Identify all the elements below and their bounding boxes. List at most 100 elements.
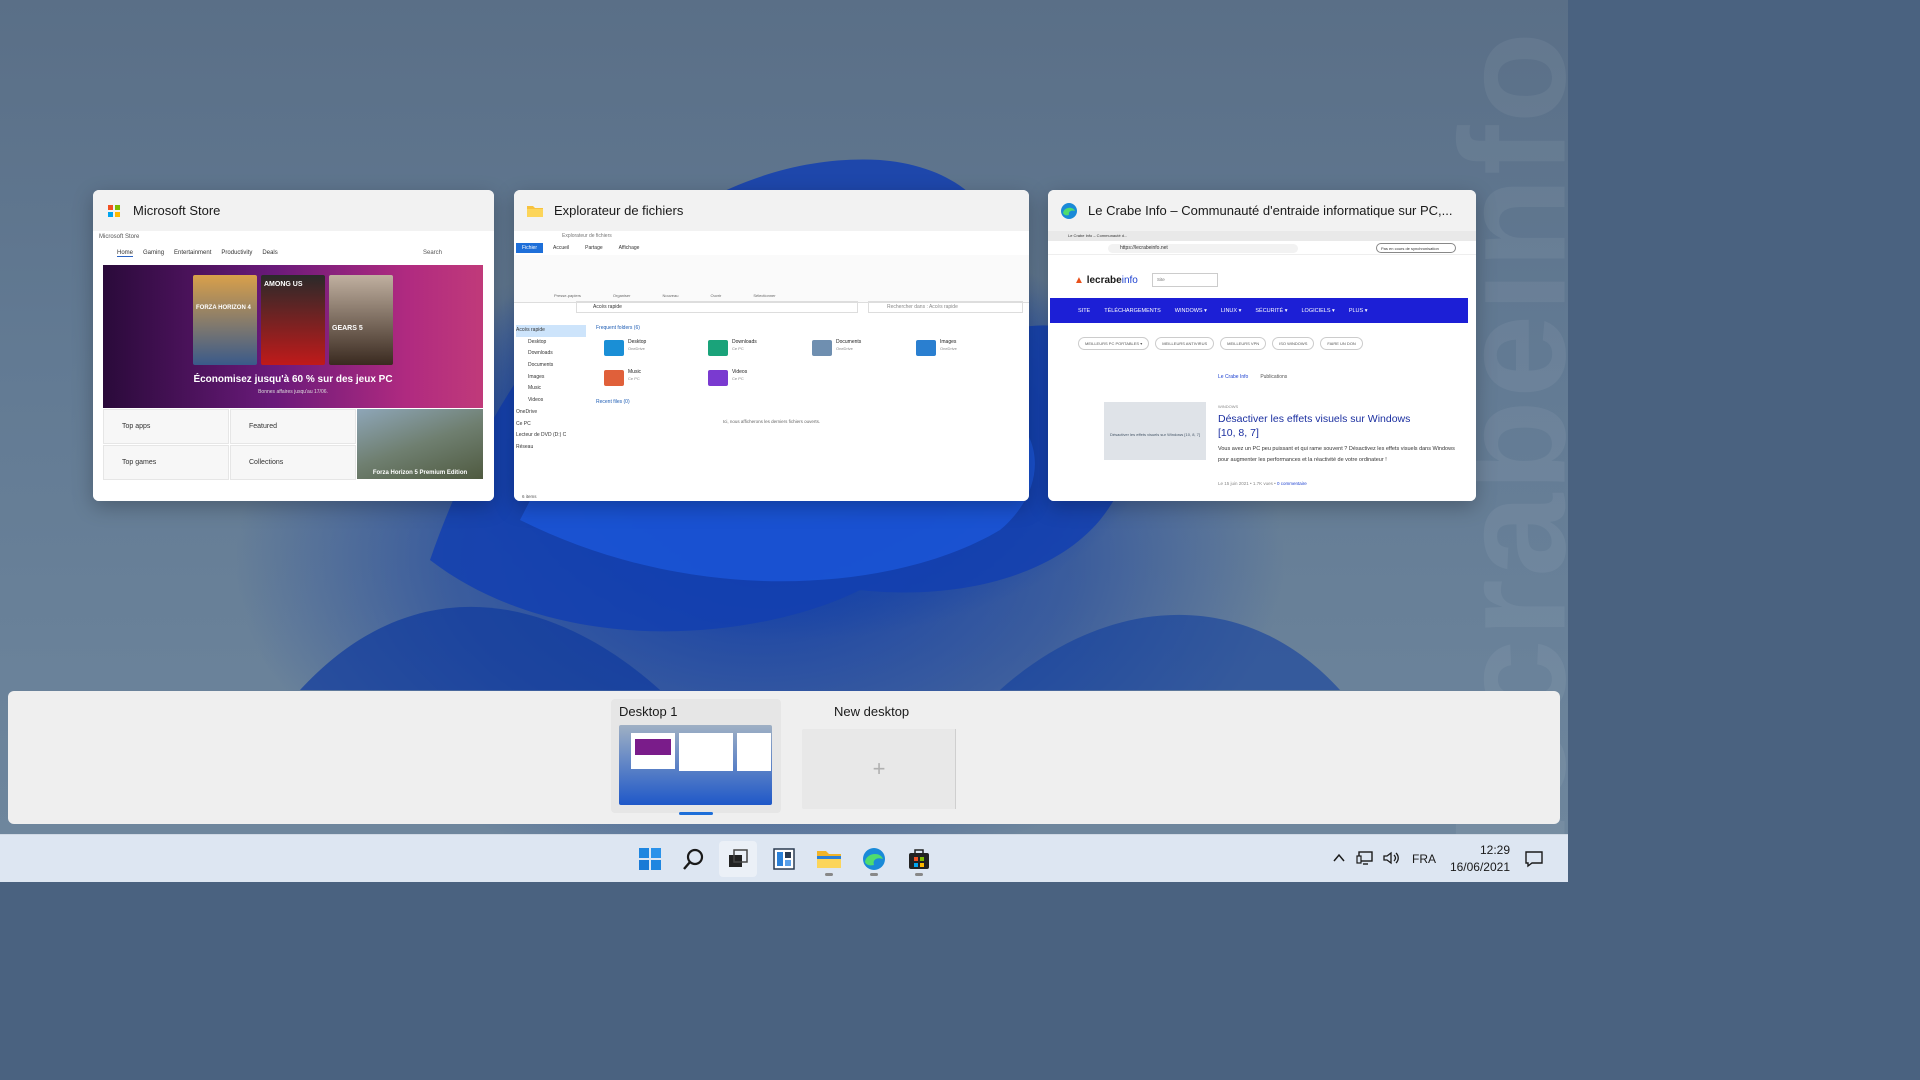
running-indicator <box>915 873 923 876</box>
volume-icon[interactable] <box>1382 850 1400 869</box>
game-title: AMONG US <box>264 281 303 288</box>
featured-game-caption: Forza Horizon 5 Premium Edition <box>372 470 468 476</box>
folder-item: Music Ce PC <box>604 367 694 391</box>
folder-item: Images OneDrive <box>916 337 1006 361</box>
game-title: FORZA HORIZON 4 <box>196 305 251 311</box>
new-desktop-button[interactable]: New desktop + <box>802 699 998 813</box>
window-card-microsoft-store[interactable]: Microsoft Store Microsoft Store Home Gam… <box>93 190 494 501</box>
notification-icon[interactable] <box>1516 841 1552 877</box>
frequent-folders-header: Frequent folders (6) <box>596 325 640 331</box>
window-card-file-explorer[interactable]: Explorateur de fichiers Explorateur de f… <box>514 190 1029 501</box>
nav-item: TÉLÉCHARGEMENTS <box>1104 307 1161 314</box>
edge-url-bar: https://lecrabeinfo.net <box>1108 244 1298 253</box>
store-search: Search <box>423 250 443 256</box>
tile-label: Collections <box>249 459 284 466</box>
explorer-ribbon: Presse-papiers Organiser Nouveau Ouvrir … <box>514 255 1029 303</box>
virtual-desktops-panel: Desktop 1 New desktop + <box>8 691 1560 824</box>
nav-item: SITE <box>1078 307 1091 314</box>
folder-item: Documents OneDrive <box>812 337 902 361</box>
network-icon[interactable] <box>1356 850 1374 869</box>
article-meta: Le 15 juin 2021 • 1.7K vues • 0 commenta… <box>1218 481 1307 486</box>
explorer-nav-tree: Accès rapide Desktop Downloads Documents… <box>516 325 586 454</box>
nav-item: WINDOWS ▾ <box>1174 307 1207 314</box>
tree-item: Desktop <box>528 338 547 345</box>
logo-part: info <box>1121 275 1138 286</box>
nav-item: LINUX ▾ <box>1220 307 1242 314</box>
article-description: Vous avez un PC peu puissant et qui rame… <box>1218 446 1455 463</box>
ribbon-tab-home: Accueil <box>553 245 570 251</box>
tile-collections: Collections <box>230 445 356 480</box>
store-nav-gaming: Gaming <box>143 250 165 256</box>
pill: ISO WINDOWS <box>1272 337 1315 350</box>
folder-icon <box>812 340 832 356</box>
start-icon[interactable] <box>631 841 669 877</box>
search-icon[interactable] <box>675 841 713 877</box>
site-pills: MEILLEURS PC PORTABLES ▾ MEILLEURS ANTIV… <box>1078 337 1363 350</box>
game-cover: GEARS 5 <box>329 275 393 365</box>
explorer-status: 6 items <box>522 494 537 499</box>
mini-window <box>631 733 675 769</box>
pill: MEILLEURS VPN <box>1220 337 1267 350</box>
chevron-up-icon[interactable] <box>1332 851 1346 868</box>
game-cover: AMONG US <box>261 275 325 365</box>
clock[interactable]: 12:29 16/06/2021 <box>1444 842 1510 876</box>
recent-files-empty: Ici, nous afficherons les derniers fichi… <box>722 419 821 424</box>
store-nav-deals: Deals <box>262 250 278 256</box>
edge-tab: Le Crabe Info – Communauté d... <box>1048 231 1476 241</box>
recent-files-header: Recent files (0) <box>596 399 630 405</box>
tree-item: Music <box>528 385 542 392</box>
folder-icon <box>604 340 624 356</box>
breadcrumb-item: Le Crabe Info <box>1218 374 1249 380</box>
tile-label: Featured <box>249 423 278 430</box>
lecrabeinfo-logo: ▲ lecrabeinfo <box>1074 275 1138 286</box>
language-indicator[interactable]: FRA <box>1412 852 1436 866</box>
store-promo-subtitle: Bonnes affaires jusqu'au 17/06. <box>258 389 328 395</box>
window-preview: Le Crabe Info – Communauté d... https://… <box>1048 231 1476 501</box>
folder-location: Ce PC <box>732 346 744 351</box>
window-card-edge[interactable]: Le Crabe Info – Communauté d'entraide in… <box>1048 190 1476 501</box>
tree-item: Images <box>528 373 545 380</box>
article-category: WINDOWS <box>1218 404 1239 409</box>
tile-top-games: Top games <box>103 445 229 480</box>
widgets-icon[interactable] <box>765 841 803 877</box>
store-hero-banner: FORZA HORIZON 4 AMONG US GEARS 5 Économi… <box>103 265 483 408</box>
store-nav: Home Gaming Entertainment Productivity D… <box>117 250 278 257</box>
plus-icon[interactable]: + <box>802 729 956 809</box>
store-promo-title: Économisez jusqu'à 60 % sur des jeux PC <box>193 374 393 385</box>
folder-name: Downloads <box>732 339 757 345</box>
window-preview: Explorateur de fichiers Fichier Accueil … <box>514 231 1029 501</box>
site-nav: SITE TÉLÉCHARGEMENTS WINDOWS ▾ LINUX ▾ S… <box>1050 298 1468 323</box>
running-indicator <box>825 873 833 876</box>
folder-location: OneDrive <box>940 346 957 351</box>
store-titlebar: Microsoft Store Home Gaming Entertainmen… <box>93 231 494 265</box>
store-nav-entertainment: Entertainment <box>174 250 212 256</box>
tree-item: Videos <box>528 397 544 404</box>
store-icon[interactable] <box>900 841 938 877</box>
window-card-header[interactable]: Microsoft Store <box>93 190 494 231</box>
folder-item: Downloads Ce PC <box>708 337 798 361</box>
edge-toolbar: https://lecrabeinfo.net Pas en cours de … <box>1048 241 1476 255</box>
folder-location: Ce PC <box>732 376 744 381</box>
article-title: Désactiver les effets visuels sur Window… <box>1218 413 1411 439</box>
divider <box>955 729 956 809</box>
explorer-titlebar: Explorateur de fichiers <box>562 233 612 239</box>
breadcrumb-item: Publications <box>1260 374 1288 380</box>
task-view-icon[interactable] <box>719 841 757 877</box>
tile-label: Top games <box>122 459 157 466</box>
tree-item: Réseau <box>516 443 534 450</box>
featured-game-tile: Forza Horizon 5 Premium Edition <box>357 409 483 479</box>
folder-icon <box>604 370 624 386</box>
window-card-header[interactable]: Le Crabe Info – Communauté d'entraide in… <box>1048 190 1476 231</box>
folder-name: Images <box>940 339 957 345</box>
desktop-1-preview[interactable] <box>619 725 772 805</box>
store-nav-home: Home <box>117 250 134 257</box>
ribbon-group-clipboard: Presse-papiers <box>554 293 581 298</box>
file-explorer-icon[interactable] <box>810 841 848 877</box>
edge-icon[interactable] <box>855 841 893 877</box>
ribbon-tab-view: Affichage <box>618 245 640 251</box>
desktop-1-thumbnail[interactable]: Desktop 1 <box>611 699 781 815</box>
article-thumbnail: Désactiver les effets visuels sur Window… <box>1104 402 1206 460</box>
article-comments-link: 0 commentaire <box>1276 481 1307 486</box>
folder-name: Videos <box>732 369 748 375</box>
window-card-header[interactable]: Explorateur de fichiers <box>514 190 1029 231</box>
